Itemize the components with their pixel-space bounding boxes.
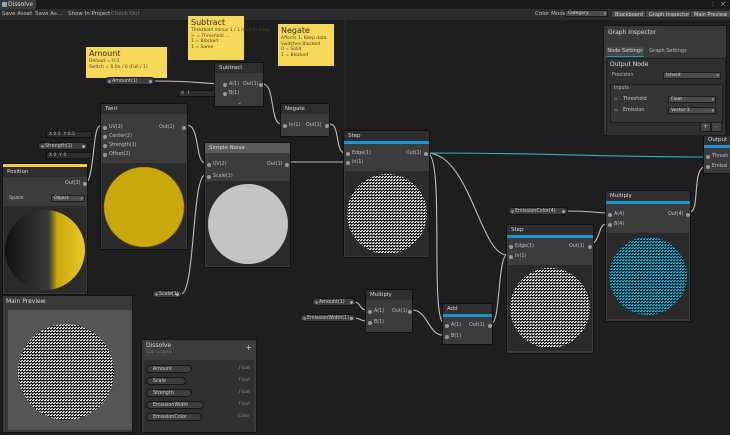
subtract-node[interactable]: Subtract A(1) B(1) Out(1) ⌄ (214, 62, 264, 107)
output-port-icon[interactable] (176, 293, 179, 296)
twirl-offset-field[interactable]: X 0 Y 0 (46, 152, 92, 159)
inputs-list: Inputs = Threshold Float = Emission Vect… (610, 84, 723, 123)
precision-label: Precision (612, 73, 634, 78)
position-node[interactable]: Position Out(3) Space Object (2, 163, 88, 295)
tab-graph-settings[interactable]: Graph Settings (647, 47, 689, 56)
sticky-note-negate[interactable]: Negate Affects 1, Keep data Switches Blo… (278, 24, 334, 66)
sticky-note-amount[interactable]: Amount Default = 0.5 Switch = 0.0n / 0 (… (86, 47, 167, 78)
drag-handle-icon[interactable]: = (614, 97, 618, 103)
input-type-dropdown[interactable]: Float (668, 96, 716, 103)
simple-noise-node[interactable]: Simple Noise UV(2) Scale(1) Out(1) (204, 142, 291, 268)
property-item[interactable]: Amount Float (146, 365, 252, 373)
wire-step-step2 (426, 152, 508, 256)
graph-inspector-panel: Graph Inspector Node Settings Graph Sett… (603, 25, 727, 136)
wire-add-step2 (491, 254, 508, 324)
drag-handle-icon[interactable]: = (614, 108, 618, 114)
add-property-button[interactable]: + (245, 343, 252, 352)
output-port-icon[interactable] (82, 145, 85, 148)
sticky-note-subtract[interactable]: Subtract Threshold minus 1 / 1 hard to k… (188, 16, 275, 60)
amount-property-pill-2[interactable]: Amount(1) (312, 298, 356, 306)
main-preview-panel: Main Preview (2, 295, 133, 433)
wire-step-output (426, 152, 706, 158)
output-port-icon[interactable] (562, 210, 565, 213)
property-list: Amount Float Scale Float Strength Float Emi… (144, 360, 254, 432)
add-node[interactable]: Add A(1) B(1) Out(1) (442, 303, 493, 345)
inspector-title: Graph Inspector (608, 29, 657, 36)
step-preview (345, 171, 429, 256)
add-input-button[interactable]: + (700, 122, 711, 132)
negate-node[interactable]: Negate In(1) Out(1) (280, 103, 330, 137)
amount-property-pill[interactable]: Amount(1) (105, 77, 155, 85)
multiply-2-preview (607, 233, 689, 319)
main-preview-viewport[interactable] (8, 310, 132, 430)
space-dropdown[interactable]: Object (51, 195, 85, 202)
chevron-down-icon[interactable]: ⌄ (237, 99, 242, 106)
main-preview-title: Main Preview (6, 298, 46, 305)
property-item[interactable]: EmissionWidth Float (146, 401, 252, 409)
output-port-icon[interactable] (350, 301, 353, 304)
twirl-node[interactable]: Twirl UV(2) Center(2) Strength(1) Offset… (100, 103, 188, 250)
wire-amount-subtract (154, 80, 223, 85)
twirl-preview (102, 163, 186, 249)
strength-property-pill[interactable]: Strength(1) (38, 142, 88, 150)
output-node-section: Output Node (610, 61, 649, 68)
input-row[interactable]: = Emission Vector 3 (611, 106, 722, 116)
input-row[interactable]: = Threshold Float (611, 95, 722, 105)
blackboard-panel: Dissolve Sub Graphs + Amount Float Scale F… (141, 339, 257, 433)
wire-twirl-noise (186, 124, 206, 164)
inputs-label: Inputs (614, 86, 629, 91)
property-item[interactable]: EmissionColor Color (146, 413, 252, 421)
output-port-icon[interactable] (350, 317, 353, 320)
twirl-center-field[interactable]: X 0.5 Y 0.5 (46, 131, 92, 138)
step-node[interactable]: Step Edge(1) In(1) Out(1) (343, 130, 430, 258)
precision-dropdown[interactable]: Inherit (663, 72, 721, 79)
multiply-node-2[interactable]: Multiply A(4) B(4) Out(4) (605, 190, 691, 322)
blackboard-subtitle: Sub Graphs (146, 350, 173, 355)
emission-width-property-pill[interactable]: EmissionWidth(1) (300, 314, 356, 322)
remove-input-button[interactable]: - (711, 122, 722, 132)
multiply-node[interactable]: Multiply A(1) B(1) Out(1) (365, 289, 413, 333)
wire-multiply-add (411, 309, 444, 336)
tab-node-settings[interactable]: Node Settings (606, 47, 644, 57)
emission-color-property-pill[interactable]: EmissionColor(4) (508, 207, 568, 215)
scale-property-pill[interactable]: Scale(1) (152, 290, 182, 298)
property-item[interactable]: Strength Float (146, 389, 252, 397)
step-node-2[interactable]: Step Edge(1) In(1) Out(1) (506, 224, 594, 354)
blackboard-title: Dissolve (146, 342, 172, 349)
simple-noise-preview (206, 181, 290, 266)
subtract-b-field[interactable]: X 1 (178, 90, 218, 97)
step-2-preview (508, 265, 592, 351)
position-preview (4, 206, 86, 293)
wire-subtract-negate (262, 83, 282, 125)
wire-emission-color (566, 210, 607, 214)
output-port-icon[interactable] (149, 80, 152, 83)
output-node[interactable]: Output Thresh Emissi (703, 134, 730, 174)
property-item[interactable]: Scale Float (146, 377, 252, 385)
inspector-body: Output Node Precision Inherit Inputs = T… (606, 58, 726, 136)
input-type-dropdown[interactable]: Vector 3 (668, 107, 716, 114)
